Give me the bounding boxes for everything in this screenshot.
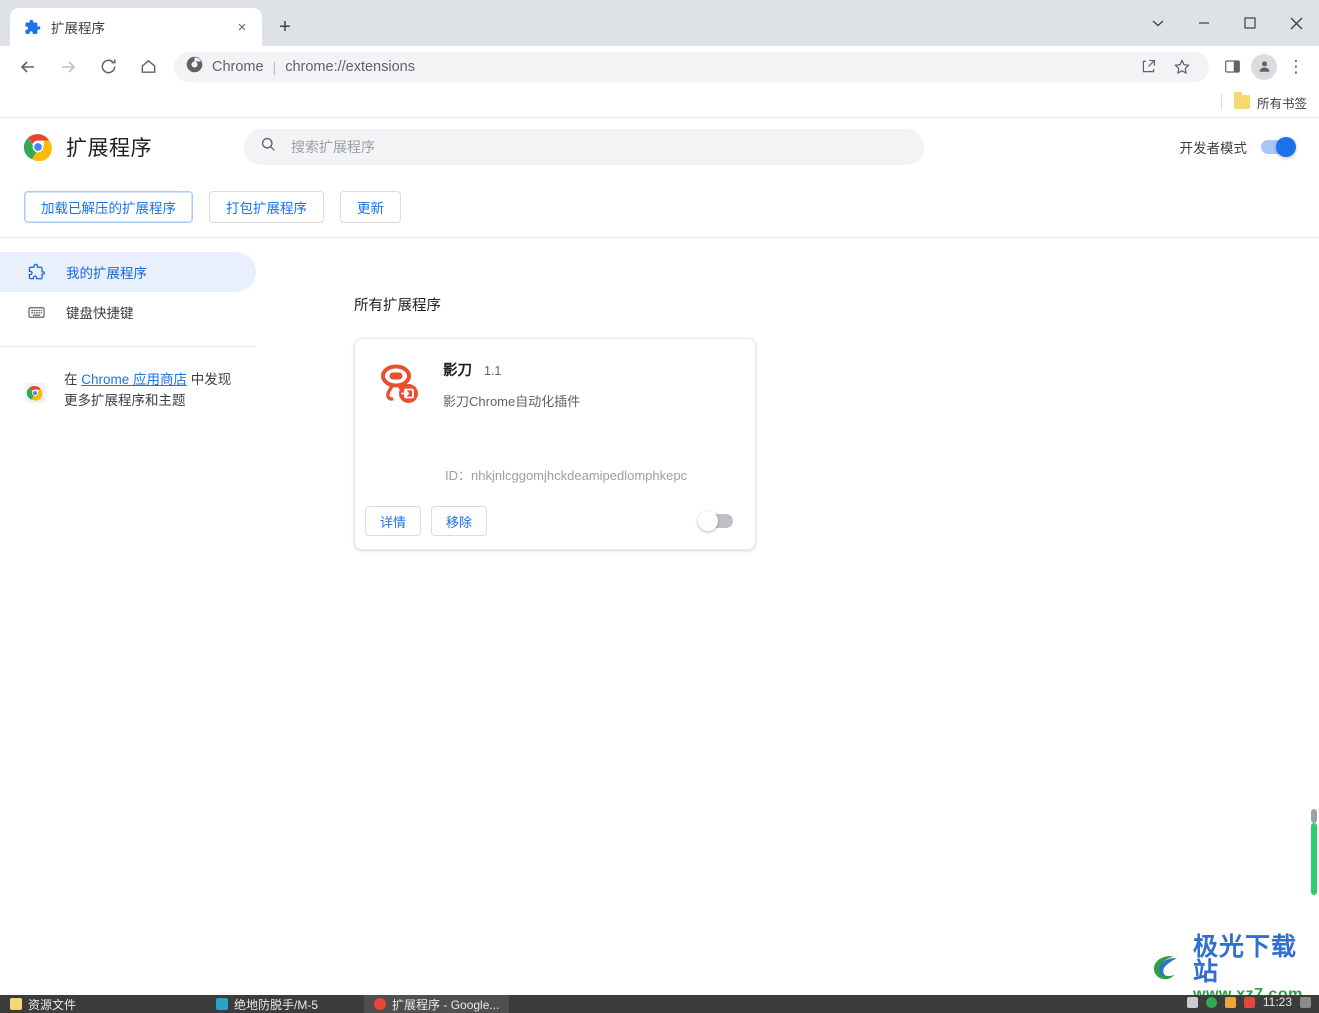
extensions-action-bar: 加载已解压的扩展程序 打包扩展程序 更新 [0, 176, 1319, 238]
extension-id: ID：nhkjnlcggomjhckdeamipedlomphkepc [445, 465, 687, 484]
omnibox-scheme-label: Chrome [212, 58, 264, 75]
browser-toolbar: Chrome | chrome://extensions ⋮ [0, 46, 1319, 87]
folder-icon [10, 998, 22, 1010]
search-icon [260, 136, 277, 158]
scrollbar-thumb[interactable] [1311, 809, 1317, 895]
all-bookmarks-label: 所有书签 [1256, 96, 1307, 111]
home-icon[interactable] [132, 51, 164, 83]
bookmarks-bar: 所有书签 [0, 87, 1319, 118]
extension-description: 影刀Chrome自动化插件 [443, 394, 581, 409]
all-bookmarks-button[interactable]: 所有书签 [1233, 92, 1307, 112]
chrome-store-icon [24, 382, 46, 404]
keyboard-icon [26, 302, 46, 322]
sidebar: 我的扩展程序 键盘快捷键 在 Chrome 应用商店 中发现 更多扩展程序和主题 [0, 238, 256, 995]
chrome-icon [374, 998, 387, 1010]
puzzle-icon [26, 262, 46, 282]
sidebar-item-label: 键盘快捷键 [66, 306, 134, 321]
browser-tab[interactable]: 扩展程序 × [10, 8, 262, 46]
taskbar-item[interactable]: 资源文件 [0, 995, 86, 1013]
chrome-logo-icon [186, 56, 203, 78]
details-button[interactable]: 详情 [365, 506, 422, 536]
extensions-body: 我的扩展程序 键盘快捷键 在 Chrome 应用商店 中发现 更多扩展程序和主题… [0, 238, 1319, 995]
store-promo-suffix: 中发现 [187, 372, 232, 387]
taskbar-item-label: 资源文件 [28, 997, 77, 1012]
minimize-icon[interactable] [1181, 3, 1227, 43]
omnibox-separator: | [272, 58, 277, 75]
taskbar-clock[interactable]: 11:23 [1263, 995, 1292, 1009]
star-icon[interactable] [1167, 52, 1197, 82]
profile-icon[interactable] [1251, 53, 1277, 80]
tray-icon[interactable] [1243, 996, 1255, 1008]
tray-icon[interactable] [1205, 996, 1217, 1008]
system-tray: 11:23 [1186, 995, 1319, 1009]
chrome-logo-icon [23, 133, 52, 162]
extension-name-row: 影刀 1.1 [443, 359, 580, 380]
taskbar-item-label: 扩展程序 - Google... [392, 997, 500, 1012]
extension-card-footer: 详情 移除 [355, 493, 755, 549]
store-promo-line2: 更多扩展程序和主题 [64, 393, 186, 408]
pack-extension-button[interactable]: 打包扩展程序 [209, 190, 324, 223]
back-icon[interactable] [12, 51, 44, 83]
bookmarks-divider [1220, 94, 1222, 110]
extension-name: 影刀 [443, 363, 472, 379]
developer-mode-toggle[interactable] [1261, 137, 1296, 157]
search-input[interactable] [291, 139, 908, 155]
remove-button[interactable]: 移除 [431, 506, 488, 536]
puzzle-icon [24, 19, 41, 36]
maximize-icon[interactable] [1227, 3, 1273, 43]
yingdao-extension-icon [375, 361, 423, 409]
omnibox-actions [1133, 52, 1197, 82]
side-panel-icon[interactable] [1217, 52, 1247, 82]
section-title: 所有扩展程序 [354, 298, 441, 314]
extension-id-label: ID： [445, 468, 472, 483]
load-unpacked-button[interactable]: 加载已解压的扩展程序 [24, 190, 193, 223]
tab-strip: 扩展程序 × + [0, 0, 1319, 46]
extension-version: 1.1 [484, 364, 502, 378]
developer-mode-control: 开发者模式 [1180, 137, 1296, 157]
taskbar-item-chrome[interactable]: 扩展程序 - Google... [364, 995, 510, 1013]
window-controls [1135, 0, 1319, 46]
store-promo-text: 在 Chrome 应用商店 中发现 更多扩展程序和主题 [64, 369, 231, 411]
tray-icon[interactable] [1186, 996, 1198, 1008]
tray-icon[interactable] [1224, 996, 1236, 1008]
developer-mode-label: 开发者模式 [1179, 141, 1248, 156]
omnibox-url: chrome://extensions [285, 58, 415, 75]
extension-card-header: 影刀 1.1 影刀Chrome自动化插件 [375, 359, 735, 410]
update-button[interactable]: 更新 [340, 190, 401, 223]
extension-card-info: 影刀 1.1 影刀Chrome自动化插件 [443, 359, 580, 410]
extension-id-value: nhkjnlcggomjhckdeamipedlomphkepc [471, 468, 688, 483]
sidebar-item-label: 我的扩展程序 [66, 266, 147, 281]
folder-icon [1233, 92, 1250, 109]
sidebar-item-my-extensions[interactable]: 我的扩展程序 [0, 252, 256, 292]
extension-enable-toggle[interactable] [698, 511, 733, 531]
extensions-main: 所有扩展程序 影刀 1.1 影刀Chrome自动化插件 ID：nhkjnlcgg… [256, 238, 1319, 995]
close-icon[interactable] [1273, 3, 1319, 43]
browser-window: 扩展程序 × + Chrome | chrome://extensions ⋮ … [0, 0, 1319, 1013]
page-title: 扩展程序 [66, 137, 152, 160]
forward-icon [52, 51, 84, 83]
tab-title: 扩展程序 [51, 21, 105, 36]
app-icon [216, 998, 229, 1010]
taskbar-item[interactable]: 绝地防脱手/M-5 [206, 995, 328, 1013]
store-promo-prefix: 在 [64, 372, 82, 387]
extensions-header: 扩展程序 开发者模式 [0, 118, 1319, 176]
share-icon[interactable] [1133, 52, 1163, 82]
windows-taskbar: 资源文件 绝地防脱手/M-5 扩展程序 - Google... 11:23 [0, 995, 1319, 1013]
chrome-web-store-link[interactable]: Chrome 应用商店 [81, 372, 187, 387]
search-box[interactable] [244, 129, 924, 165]
chevron-down-icon[interactable] [1135, 3, 1181, 43]
chrome-web-store-promo: 在 Chrome 应用商店 中发现 更多扩展程序和主题 [0, 347, 256, 411]
new-tab-button[interactable]: + [270, 12, 300, 42]
close-icon[interactable]: × [232, 17, 252, 37]
reload-icon[interactable] [92, 51, 124, 83]
sidebar-item-keyboard-shortcuts[interactable]: 键盘快捷键 [0, 292, 256, 332]
address-bar[interactable]: Chrome | chrome://extensions [174, 51, 1209, 82]
taskbar-item-label: 绝地防脱手/M-5 [234, 997, 319, 1012]
chrome-menu-icon[interactable]: ⋮ [1281, 52, 1311, 82]
notification-icon[interactable] [1300, 996, 1311, 1008]
extensions-page: 扩展程序 开发者模式 加载已解压的扩展程序 打包扩展程序 更新 [0, 118, 1319, 995]
extension-card[interactable]: 影刀 1.1 影刀Chrome自动化插件 ID：nhkjnlcggomjhckd… [354, 338, 756, 550]
